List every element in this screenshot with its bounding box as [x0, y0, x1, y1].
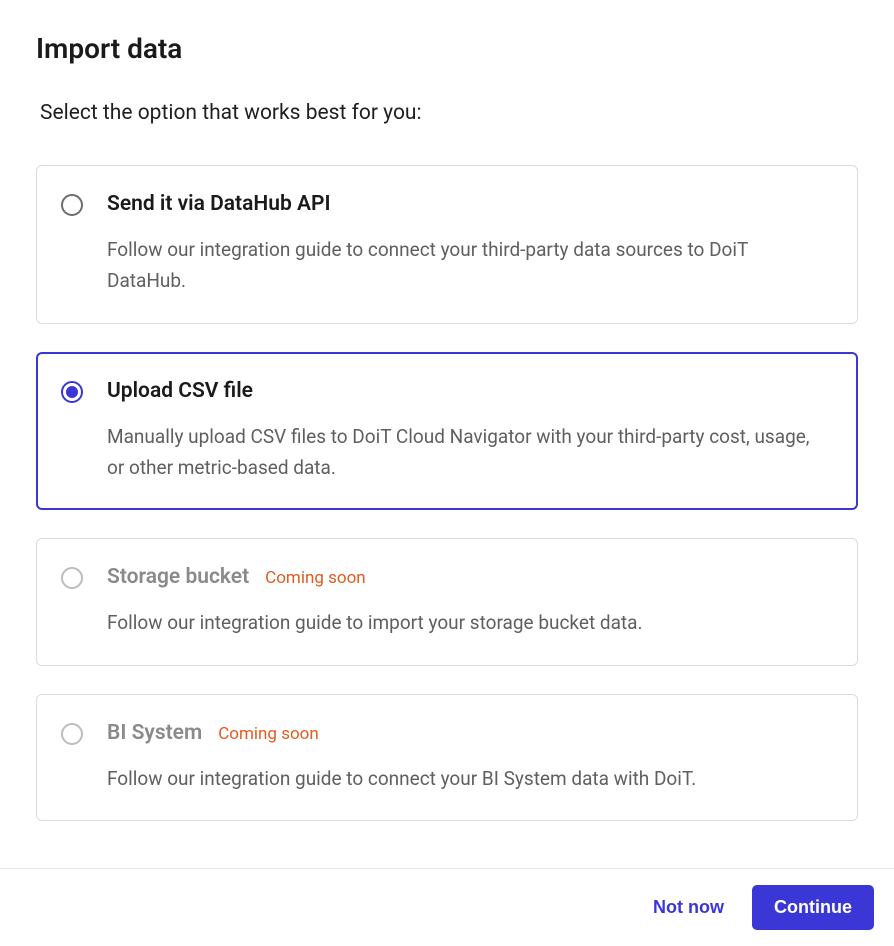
radio-icon [61, 567, 83, 589]
option-title: Storage bucket [107, 565, 249, 589]
not-now-button[interactable]: Not now [645, 887, 732, 928]
option-description: Follow our integration guide to connect … [107, 763, 829, 794]
page-subtitle: Select the option that works best for yo… [36, 101, 858, 125]
option-description: Manually upload CSV files to DoiT Cloud … [107, 421, 829, 484]
option-description: Follow our integration guide to connect … [107, 234, 829, 297]
option-title: BI System [107, 721, 202, 745]
option-upload-csv[interactable]: Upload CSV file Manually upload CSV file… [36, 352, 858, 511]
option-title: Upload CSV file [107, 379, 253, 403]
radio-icon [61, 381, 83, 403]
coming-soon-badge: Coming soon [218, 724, 319, 744]
coming-soon-badge: Coming soon [265, 568, 366, 588]
continue-button[interactable]: Continue [752, 885, 874, 930]
option-description: Follow our integration guide to import y… [107, 607, 829, 638]
page-title: Import data [36, 32, 858, 65]
option-datahub-api[interactable]: Send it via DataHub API Follow our integ… [36, 165, 858, 324]
radio-icon [61, 723, 83, 745]
radio-icon [61, 194, 83, 216]
option-bi-system: BI System Coming soon Follow our integra… [36, 694, 858, 821]
option-storage-bucket: Storage bucket Coming soon Follow our in… [36, 538, 858, 665]
footer: Not now Continue [0, 868, 894, 946]
option-title: Send it via DataHub API [107, 192, 331, 216]
